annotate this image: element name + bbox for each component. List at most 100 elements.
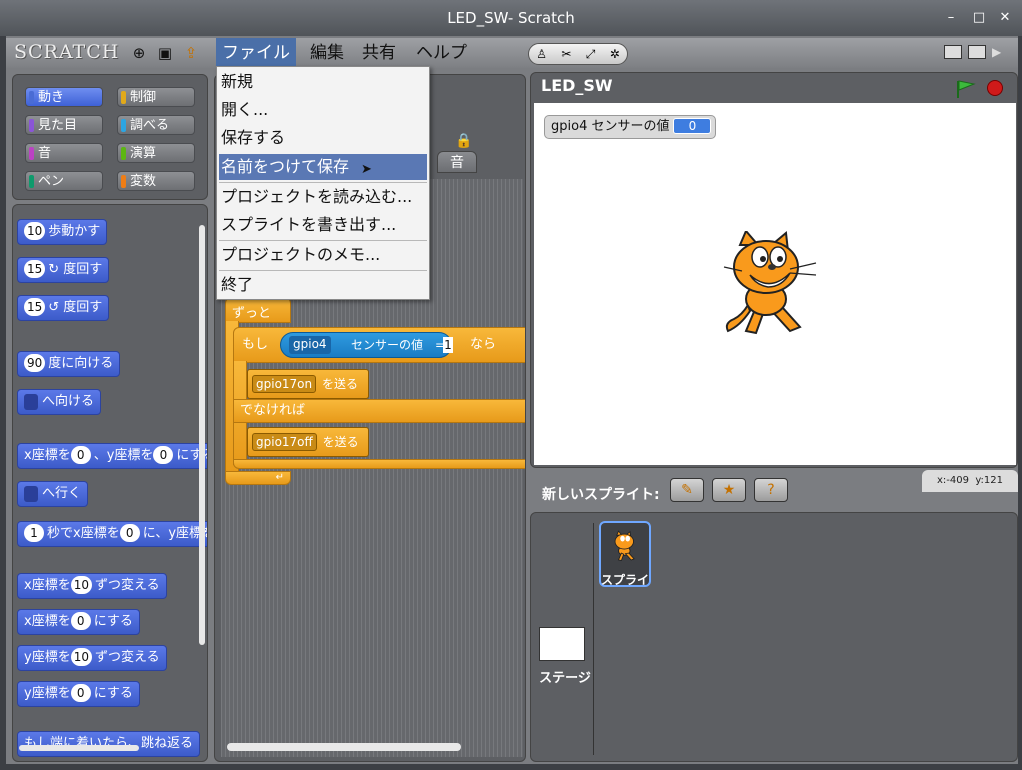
menu-help[interactable]: ヘルプ [410,38,473,68]
minimize-button[interactable]: – [940,0,962,36]
block-set-x[interactable]: x座標を 0 にする [17,609,140,635]
close-button[interactable]: ✕ [994,0,1016,36]
lock-icon[interactable]: 🔒 [455,133,472,149]
category-operators[interactable]: 演算 [117,143,195,163]
block-label: ↻ 度回す [48,262,103,277]
x-input[interactable]: 0 [70,446,91,464]
menu-item-save-as[interactable]: 名前をつけて保存 [219,154,427,180]
category-variables[interactable]: 変数 [117,171,195,191]
broadcast-dropdown-on[interactable]: gpio17on [252,375,317,393]
broadcast-dropdown-off[interactable]: gpio17off [252,433,317,451]
category-sound[interactable]: 音 [25,143,103,163]
direction-input[interactable]: 90 [24,354,46,372]
category-motion[interactable]: 動き [25,87,103,107]
scripts-horizontal-scrollbar[interactable] [227,743,461,751]
stage-canvas[interactable]: gpio4 センサーの値 0 [534,103,1016,465]
menu-edit[interactable]: 編集 [304,38,350,68]
green-flag-icon[interactable] [955,79,977,99]
menu-item-import-project[interactable]: プロジェクトを読み込む... [219,184,427,210]
change-y-input[interactable]: 10 [70,648,92,666]
sensor-value-reporter[interactable]: gpio4 センサーの値 = 1 [280,332,453,358]
block-goto-xy[interactable]: x座標を0、y座標を0にする [17,443,207,469]
block-set-y[interactable]: y座標を 0 にする [17,681,140,707]
set-y-input[interactable]: 0 [70,684,91,702]
block-move[interactable]: 10 歩動かす [17,219,108,245]
cat-sprite[interactable] [720,231,824,341]
block-change-x[interactable]: x座標を 10 ずつ変える [17,573,167,599]
dropdown-icon[interactable] [24,485,38,502]
window-titlebar: LED_SW- Scratch – □ ✕ [0,0,1022,36]
globe-icon[interactable]: ⊕ [130,44,148,62]
dropdown-icon[interactable] [24,393,38,410]
forever-block[interactable]: ずっと [225,297,291,323]
variable-monitor[interactable]: gpio4 センサーの値 0 [544,115,717,139]
stamp-icon[interactable]: ♙ [536,47,547,61]
menu-item-project-notes[interactable]: プロジェクトのメモ... [219,242,427,268]
block-label: y座標を [24,650,71,665]
menu-file[interactable]: ファイル [216,38,296,68]
sprite-thumbnail[interactable]: スプライト1 [599,521,651,587]
random-sprite-icon[interactable]: ? [754,478,788,502]
tab-sounds[interactable]: 音 [437,151,477,173]
mouse-coordinates: x:-409 y:121 [922,470,1018,492]
block-change-y[interactable]: y座標を 10 ずつ変える [17,645,167,671]
cursor-icon: ➤ [361,162,372,177]
category-looks[interactable]: 見た目 [25,115,103,135]
if-else-end [233,459,525,469]
share-icon[interactable]: ⇪ [182,44,200,62]
broadcast-block-on[interactable]: gpio17on を送る [247,369,369,399]
compare-value-input[interactable]: 1 [443,337,453,353]
turn-right-input[interactable]: 15 [24,260,46,278]
block-palette: 10 歩動かす 15 ↻ 度回す 15 ↺ 度回す 90 度に向ける へ向ける x座標を… [12,204,208,762]
category-control[interactable]: 制御 [117,87,195,107]
y-value: 121 [983,475,1003,486]
sensor-dropdown[interactable]: gpio4 [289,336,331,354]
grow-icon[interactable]: ⤢ [586,47,596,62]
cut-icon[interactable]: ✂ [561,47,571,61]
if-else-block[interactable]: もし gpio4 センサーの値 = 1 なら [233,327,525,363]
menu-share[interactable]: 共有 [356,38,402,68]
view-toggle: ▶ [944,45,1010,59]
menu-item-save[interactable]: 保存する [219,125,427,151]
menu-item-quit[interactable]: 終了 [219,272,427,298]
presentation-icon[interactable]: ▶ [992,45,1010,59]
move-steps-input[interactable]: 10 [24,222,46,240]
block-label: へ行く [42,486,82,501]
stage-thumbnail[interactable] [539,627,585,661]
choose-sprite-icon[interactable]: ★ [712,478,746,502]
block-bounce[interactable]: もし端に着いたら、跳ね返る [17,731,201,757]
broadcast-block-off[interactable]: gpio17off を送る [247,427,369,457]
y-input[interactable]: 0 [153,446,174,464]
block-point-direction[interactable]: 90 度に向ける [17,351,121,377]
stage-selector[interactable]: ステージ [535,527,591,757]
stop-icon[interactable] [987,80,1003,96]
category-pen[interactable]: ペン [25,171,103,191]
palette-vertical-scrollbar[interactable] [199,225,205,645]
block-turn-right[interactable]: 15 ↻ 度回す [17,257,110,283]
shrink-icon[interactable]: ✲ [610,47,620,61]
paint-sprite-icon[interactable]: ✎ [670,478,704,502]
palette-horizontal-scrollbar[interactable] [19,745,139,751]
mode-toolbar: ♙ ✂ ⤢ ✲ [528,43,628,65]
block-goto[interactable]: へ行く [17,481,89,507]
category-sensing[interactable]: 調べる [117,115,195,135]
normal-stage-icon[interactable] [968,45,986,59]
block-turn-left[interactable]: 15 ↺ 度回す [17,295,110,321]
block-label: ずつ変える [94,578,160,593]
block-glide[interactable]: 1 秒でx座標を 0 に、y座標を [17,521,207,547]
set-x-input[interactable]: 0 [70,612,91,630]
menu-item-new[interactable]: 新規 [219,69,427,95]
menu-item-open[interactable]: 開く... [219,97,427,123]
x-input[interactable]: 0 [119,524,140,542]
menu-item-export-sprite[interactable]: スプライトを書き出す... [219,212,427,238]
small-stage-icon[interactable] [944,45,962,59]
save-icon[interactable]: ▣ [156,44,174,62]
change-x-input[interactable]: 10 [70,576,92,594]
block-point-towards[interactable]: へ向ける [17,389,102,415]
block-label: ↺ 度回す [48,300,103,315]
maximize-button[interactable]: □ [968,0,990,36]
block-label: 、y座標を [93,448,154,463]
turn-left-input[interactable]: 15 [24,298,46,316]
category-panel: 動き 制御 見た目 調べる 音 演算 ペン 変数 [12,74,208,200]
seconds-input[interactable]: 1 [24,524,44,542]
